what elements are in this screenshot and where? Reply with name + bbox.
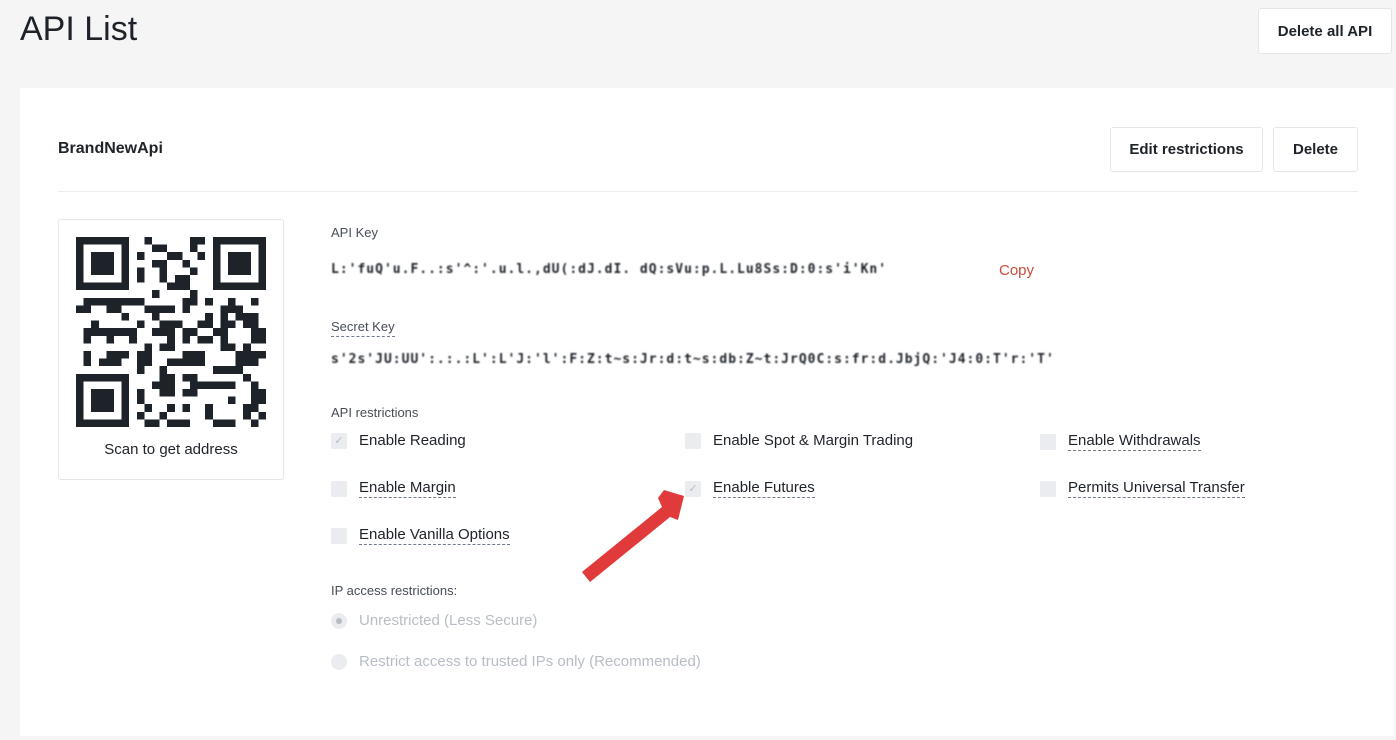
checkbox[interactable] [331, 527, 347, 544]
api-key-label: API Key [331, 225, 378, 240]
restriction-label: Permits Universal Transfer [1068, 479, 1245, 498]
restriction-enable-reading[interactable]: ✓ Enable Reading [331, 432, 466, 449]
checkbox[interactable] [1040, 433, 1056, 450]
checkbox[interactable]: ✓ [331, 432, 347, 449]
radio-button[interactable] [331, 612, 347, 629]
restriction-label: Enable Vanilla Options [359, 526, 510, 545]
ip-restrictions-label: IP access restrictions: [331, 583, 458, 598]
qr-code-panel: Scan to get address [58, 219, 284, 480]
copy-api-key-link[interactable]: Copy [999, 262, 1034, 279]
ip-option-restricted[interactable]: Restrict access to trusted IPs only (Rec… [331, 653, 701, 670]
restriction-label: Enable Futures [713, 479, 815, 498]
api-name: BrandNewApi [58, 140, 163, 157]
radio-selected-dot [336, 617, 342, 624]
radio-label: Unrestricted (Less Secure) [359, 612, 538, 629]
check-icon: ✓ [688, 483, 698, 495]
restriction-enable-margin[interactable]: Enable Margin [331, 479, 456, 498]
restriction-enable-withdrawals[interactable]: Enable Withdrawals [1040, 432, 1201, 451]
restriction-enable-spot-margin-trading[interactable]: Enable Spot & Margin Trading [685, 432, 913, 449]
radio-button[interactable] [331, 653, 347, 670]
checkbox[interactable] [331, 480, 347, 497]
delete-api-button[interactable]: Delete [1273, 127, 1358, 172]
restriction-permits-universal-transfer[interactable]: Permits Universal Transfer [1040, 479, 1245, 498]
ip-option-unrestricted[interactable]: Unrestricted (Less Secure) [331, 612, 537, 629]
annotation-arrow-icon [582, 490, 684, 582]
delete-all-api-button[interactable]: Delete all API [1258, 8, 1392, 54]
secret-key-value: s'2s'JU:UU':.:.:L':L'J:'l':F:Z:t~s:Jr:d:… [331, 352, 1055, 367]
checkbox[interactable] [685, 432, 701, 449]
radio-label: Restrict access to trusted IPs only (Rec… [359, 653, 701, 670]
check-icon: ✓ [334, 435, 344, 447]
edit-restrictions-button[interactable]: Edit restrictions [1110, 127, 1263, 172]
qr-code-image [76, 237, 266, 427]
restriction-label: Enable Spot & Margin Trading [713, 432, 914, 449]
qr-caption: Scan to get address [104, 441, 238, 458]
restriction-label: Enable Margin [359, 479, 456, 498]
api-key-value: L:'fuQ'u.F..:s'^:'.u.l.,dU(:dJ.dI. dQ:sV… [331, 262, 888, 277]
restriction-label: Enable Withdrawals [1068, 432, 1201, 451]
restriction-enable-futures[interactable]: ✓ Enable Futures [685, 479, 815, 498]
checkbox[interactable] [1040, 480, 1056, 497]
restriction-label: Enable Reading [359, 432, 466, 449]
api-restrictions-label: API restrictions [331, 405, 419, 420]
restriction-enable-vanilla-options[interactable]: Enable Vanilla Options [331, 526, 510, 545]
divider [58, 191, 1358, 192]
secret-key-label: Secret Key [331, 319, 395, 337]
page-title: API List [20, 10, 138, 48]
api-card: BrandNewApi Edit restrictions Delete Sca… [20, 88, 1394, 736]
